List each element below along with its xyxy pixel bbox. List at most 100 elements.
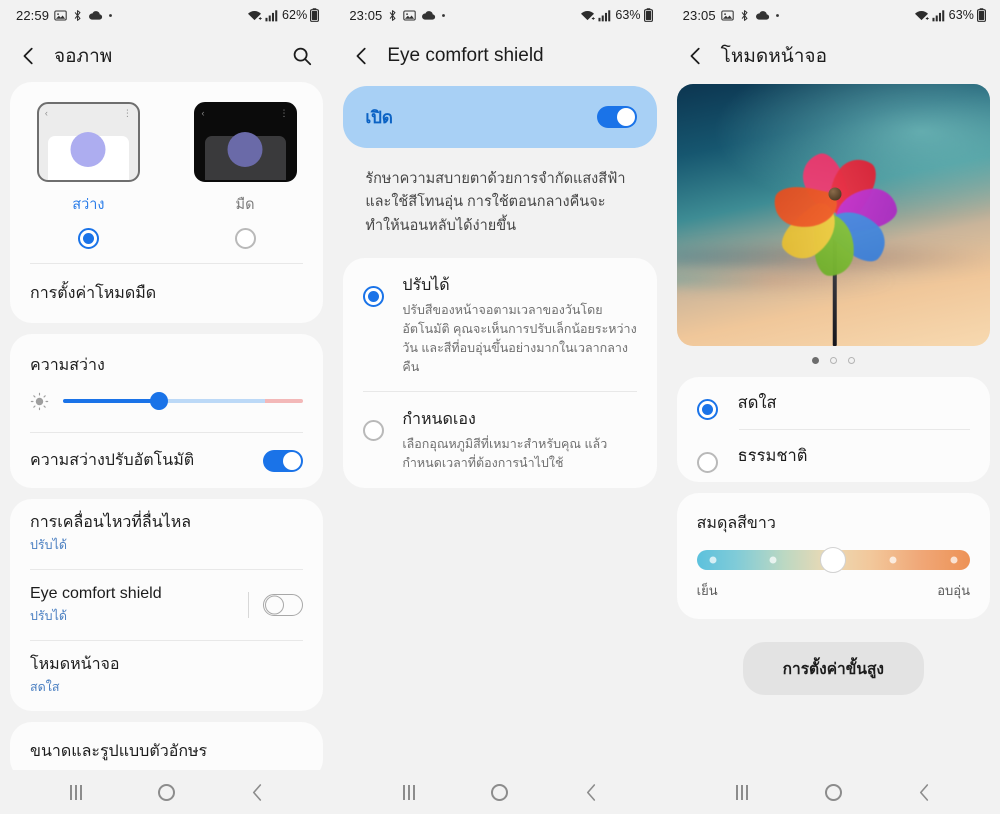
custom-radio[interactable]	[363, 420, 385, 442]
panel-screen-mode: 23:05 63% โหมดหน้าจอ สดใส ธรรมชาติ สมดุล…	[666, 0, 1000, 814]
dark-theme-label: มืด	[235, 197, 255, 213]
option-title: กำหนดเอง	[402, 411, 476, 429]
option-natural[interactable]: ธรรมชาติ	[677, 430, 990, 482]
wb-tick	[769, 556, 777, 564]
eye-comfort-master-card[interactable]: เปิด	[343, 86, 657, 148]
recents-button[interactable]	[391, 774, 427, 810]
white-balance-slider[interactable]	[696, 547, 970, 573]
light-theme-radio[interactable]	[77, 228, 99, 249]
dot-icon	[775, 13, 780, 18]
brightness-slider[interactable]	[63, 390, 304, 412]
battery-percent: 63%	[948, 8, 974, 22]
row-title: โหมดหน้าจอ	[30, 656, 120, 673]
row-title: Eye comfort shield	[30, 585, 162, 602]
list-item-eye-comfort-shield[interactable]: Eye comfort shield ปรับได้	[10, 570, 323, 640]
page-title: จอภาพ	[54, 46, 113, 67]
row-subtitle: ปรับได้	[30, 538, 67, 552]
brightness-title: ความสว่าง	[30, 357, 105, 374]
back-icon	[586, 783, 595, 801]
master-toggle[interactable]	[596, 106, 637, 128]
back-button[interactable]	[681, 41, 711, 71]
signal-icon	[932, 9, 945, 22]
theme-option-light[interactable]: ‹ ⋮ สว่าง	[10, 102, 167, 249]
recents-button[interactable]	[724, 774, 760, 810]
home-button[interactable]	[815, 774, 851, 810]
option-adaptive[interactable]: ปรับได้ ปรับสีของหน้าจอตามเวลาของวันโดยอ…	[343, 258, 656, 391]
back-nav-button[interactable]	[240, 774, 276, 810]
option-texts: กำหนดเอง เลือกอุณหภูมิสีที่เหมาะสำหรับคุ…	[402, 407, 638, 473]
theme-option-dark[interactable]: ‹ ⋮ มืด	[167, 102, 324, 249]
advanced-settings-button[interactable]: การตั้งค่าขั้นสูง	[742, 642, 924, 695]
adaptive-radio[interactable]	[363, 286, 385, 308]
dark-theme-radio[interactable]	[234, 228, 256, 249]
back-nav-button[interactable]	[906, 774, 942, 810]
page-dot-1[interactable]	[811, 357, 819, 364]
theme-chooser: ‹ ⋮ สว่าง ‹ ⋮ มืด	[10, 82, 323, 249]
brightness-icon	[30, 392, 49, 411]
back-nav-button[interactable]	[573, 774, 609, 810]
font-card: ขนาดและรูปแบบตัวอักษร	[10, 722, 324, 770]
natural-radio[interactable]	[696, 451, 718, 473]
wifi-icon	[247, 9, 262, 22]
cloud-icon	[421, 10, 436, 21]
screen-mode-options-card: สดใส ธรรมชาติ	[676, 377, 990, 482]
back-button[interactable]	[14, 41, 44, 71]
page-dot-3[interactable]	[847, 357, 855, 364]
battery-percent: 62%	[282, 8, 308, 22]
panel-eye-comfort-shield: 23:05 63% Eye comfort shield เปิด รักษาค…	[333, 0, 667, 814]
brightness-row	[10, 382, 323, 432]
list-item-screen-mode[interactable]: โหมดหน้าจอ สดใส	[10, 641, 323, 711]
recents-button[interactable]	[58, 774, 94, 810]
home-button[interactable]	[482, 774, 518, 810]
home-icon	[824, 783, 842, 801]
status-left-group: 23:05	[683, 8, 780, 23]
option-subtitle: เลือกอุณหภูมิสีที่เหมาะสำหรับคุณ แล้วกำห…	[402, 437, 608, 471]
thumbnail-topbar: ‹ ⋮	[44, 108, 132, 118]
list-item-font-size-style[interactable]: ขนาดและรูปแบบตัวอักษร	[10, 722, 323, 770]
title-bar-left: จอภาพ	[0, 30, 333, 82]
page-title: Eye comfort shield	[387, 45, 544, 66]
settings-body-right: สดใส ธรรมชาติ สมดุลสีขาว เย็น อบอุ่น การ…	[667, 377, 1000, 770]
light-theme-label: สว่าง	[72, 197, 105, 213]
row-subtitle: สดใส	[30, 680, 60, 694]
option-custom[interactable]: กำหนดเอง เลือกอุณหภูมิสีที่เหมาะสำหรับคุ…	[343, 392, 656, 488]
white-balance-knob[interactable]	[820, 547, 847, 573]
image-icon	[54, 9, 67, 22]
advanced-settings-wrap: การตั้งค่าขั้นสูง	[677, 630, 990, 695]
dark-mode-settings-row[interactable]: การตั้งค่าโหมดมืด	[10, 264, 323, 323]
white-balance-card: สมดุลสีขาว เย็น อบอุ่น	[676, 493, 990, 619]
page-dot-2[interactable]	[829, 357, 837, 364]
image-icon	[403, 9, 417, 22]
home-icon	[158, 783, 176, 801]
brightness-knob[interactable]	[150, 392, 169, 410]
status-left-group: 23:05	[349, 8, 446, 23]
status-bar-mid: 23:05 63%	[333, 0, 666, 30]
option-vivid[interactable]: สดใส	[677, 377, 990, 429]
back-button[interactable]	[347, 41, 377, 71]
cloud-icon	[755, 10, 770, 21]
navigation-bar-right	[666, 770, 1000, 814]
brightness-card: ความสว่าง ความสว่างปรับอัตโนมัติ	[10, 334, 324, 488]
list-item-smooth-motion[interactable]: การเคลื่อนไหวที่ลื่นไหล ปรับได้	[10, 499, 323, 569]
bluetooth-icon	[72, 9, 83, 22]
settings-body-mid: รักษาความสบายตาด้วยการจำกัดแสงสีฟ้าและใช…	[333, 162, 666, 770]
eye-comfort-shield-toggle[interactable]	[263, 594, 304, 616]
wb-tick	[889, 556, 897, 564]
status-time: 23:05	[682, 7, 716, 23]
thumbnail-topbar: ‹ ⋮	[201, 108, 289, 118]
auto-brightness-toggle[interactable]	[263, 449, 304, 472]
white-balance-title: สมดุลสีขาว	[696, 515, 776, 532]
auto-brightness-row[interactable]: ความสว่างปรับอัตโนมัติ	[10, 433, 323, 488]
toggle-nub	[265, 595, 285, 615]
row-texts: การเคลื่อนไหวที่ลื่นไหล ปรับได้	[30, 513, 303, 555]
vivid-radio[interactable]	[696, 398, 718, 420]
row-texts: Eye comfort shield ปรับได้	[30, 584, 248, 626]
screen-mode-preview-image[interactable]	[676, 84, 990, 346]
search-button[interactable]	[287, 41, 317, 71]
display-options-card: การเคลื่อนไหวที่ลื่นไหล ปรับได้ Eye comf…	[10, 499, 324, 711]
option-label: สดใส	[737, 394, 777, 412]
home-button[interactable]	[149, 774, 185, 810]
panel-display-settings: 22:59 62% จอภาพ ‹ ⋮ สว่าง ‹ ⋮ มืด การตั้…	[0, 0, 334, 814]
row-subtitle: ปรับได้	[30, 609, 67, 623]
option-label: ธรรมชาติ	[737, 447, 808, 465]
